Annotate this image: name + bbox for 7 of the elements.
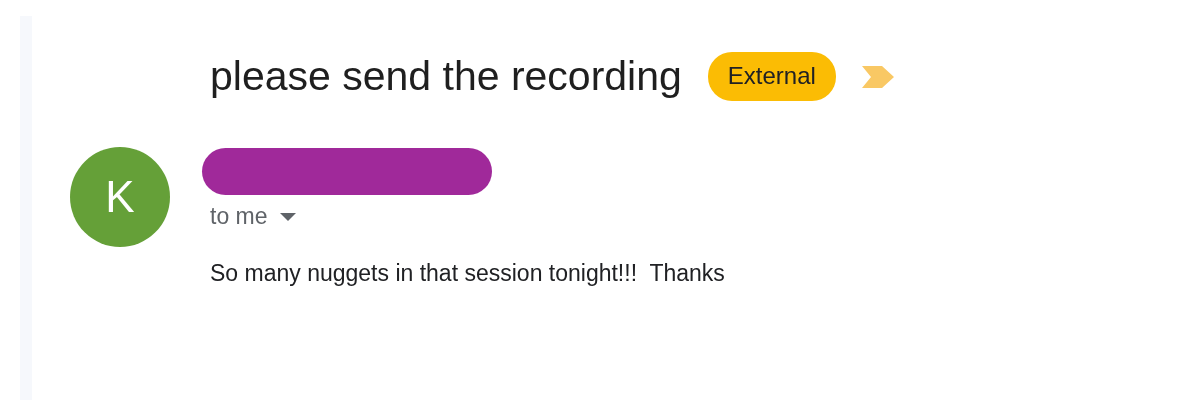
caret-icon <box>279 212 296 221</box>
label-tag[interactable]: External <box>707 52 836 101</box>
avatar: K <box>70 147 170 247</box>
recipient-dropdown[interactable]: to me <box>210 203 296 230</box>
importance-marker-icon[interactable] <box>861 65 894 88</box>
message-body: So many nuggets in that session tonight!!! Thanks <box>210 260 725 287</box>
email-subject: please send the recording <box>210 53 682 100</box>
